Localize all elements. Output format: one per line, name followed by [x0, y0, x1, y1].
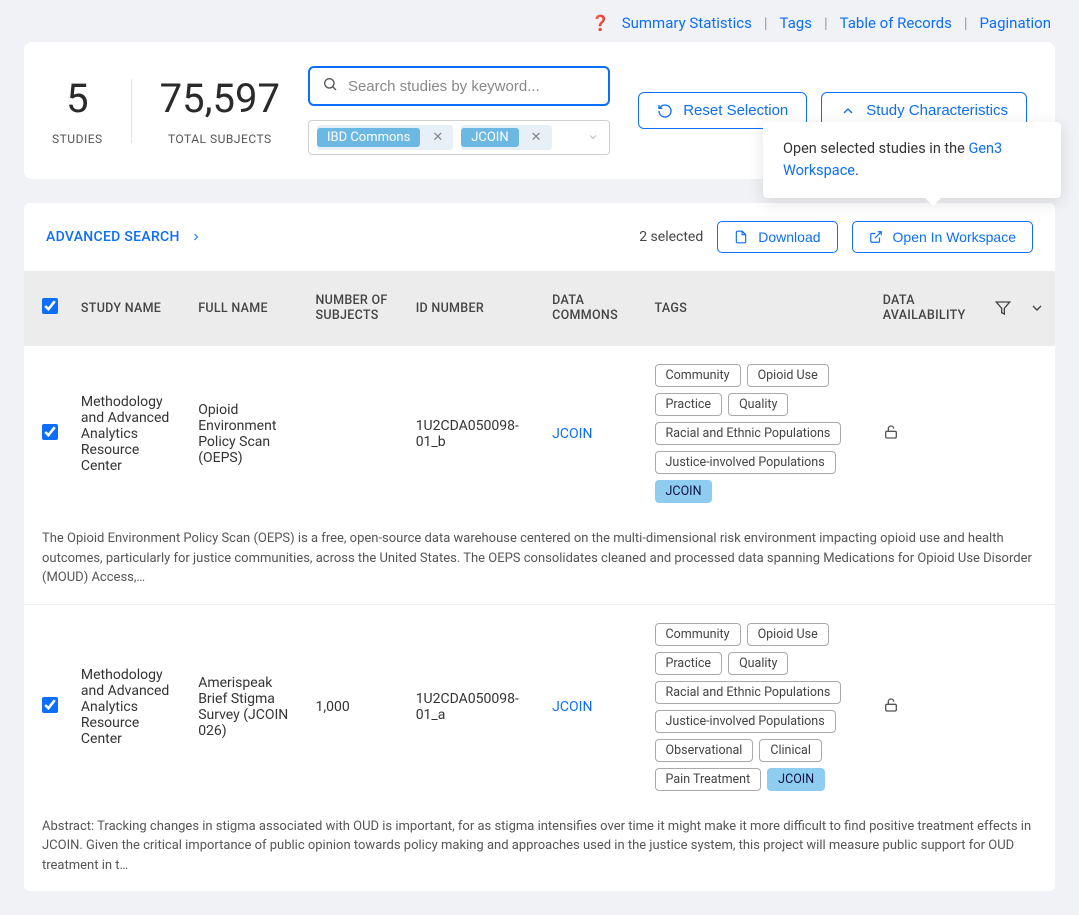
- selected-count: 2 selected: [639, 229, 703, 245]
- tag-pill[interactable]: Opioid Use: [747, 364, 829, 387]
- tag-filter-select[interactable]: IBD Commons ✕ JCOIN ✕: [308, 120, 610, 155]
- description-row: Abstract: Tracking changes in stigma ass…: [24, 809, 1055, 892]
- search-input[interactable]: [348, 78, 596, 95]
- chevron-down-icon[interactable]: [1029, 300, 1045, 316]
- col-tags[interactable]: TAGS: [645, 271, 873, 346]
- cell-id-number: 1U2CDA050098-01_a: [406, 604, 542, 809]
- nav-link-summary[interactable]: Summary Statistics: [622, 14, 752, 32]
- advanced-search-label: ADVANCED SEARCH: [46, 229, 180, 245]
- filter-chip-label: IBD Commons: [317, 128, 420, 147]
- filter-icon[interactable]: [995, 300, 1011, 316]
- nav-link-pagination[interactable]: Pagination: [980, 14, 1051, 32]
- tag-pill[interactable]: Opioid Use: [747, 623, 829, 646]
- chip-close-icon[interactable]: ✕: [428, 130, 447, 145]
- nav-separator: |: [964, 14, 968, 32]
- chip-close-icon[interactable]: ✕: [527, 130, 546, 145]
- export-icon: [869, 230, 883, 244]
- col-num-subjects[interactable]: NUMBER OF SUBJECTS: [305, 271, 405, 346]
- cell-tags: Community Opioid Use PracticeQuality Racial…: [655, 364, 863, 503]
- chevron-right-icon: [190, 231, 202, 243]
- cell-data-availability: [873, 346, 1055, 522]
- cell-full-name: Opioid Environment Policy Scan (OEPS): [188, 346, 305, 522]
- tag-pill[interactable]: Observational: [655, 739, 754, 762]
- chevron-down-icon[interactable]: [587, 128, 599, 147]
- tag-pill[interactable]: JCOIN: [767, 768, 825, 791]
- col-full-name[interactable]: FULL NAME: [188, 271, 305, 346]
- cell-description: The Opioid Environment Policy Scan (OEPS…: [24, 521, 1055, 604]
- popover-text: Open selected studies in the: [783, 140, 968, 157]
- nav-separator: |: [764, 14, 768, 32]
- tag-pill[interactable]: Racial and Ethnic Populations: [655, 681, 842, 704]
- tag-pill[interactable]: Quality: [728, 393, 788, 416]
- records-table-card: ADVANCED SEARCH 2 selected Download Open…: [24, 203, 1055, 891]
- help-icon[interactable]: ❓: [591, 14, 610, 32]
- col-data-availability[interactable]: DATA AVAILABILITY: [883, 293, 977, 323]
- cell-num-subjects: 1,000: [305, 604, 405, 809]
- cell-study-name: Methodology and Advanced Analytics Resou…: [71, 346, 188, 522]
- download-button[interactable]: Download: [717, 221, 837, 253]
- cell-data-availability: [873, 604, 1055, 809]
- cell-data-commons[interactable]: JCOIN: [542, 346, 644, 522]
- search-input-wrap[interactable]: [308, 66, 610, 106]
- tag-pill[interactable]: Community: [655, 623, 741, 646]
- tag-pill[interactable]: Racial and Ethnic Populations: [655, 422, 842, 445]
- lock-open-icon: [883, 424, 899, 440]
- cell-num-subjects: [305, 346, 405, 522]
- table-row[interactable]: Methodology and Advanced Analytics Resou…: [24, 346, 1055, 522]
- col-id-number[interactable]: ID NUMBER: [406, 271, 542, 346]
- tag-pill[interactable]: Justice-involved Populations: [655, 451, 836, 474]
- cell-study-name: Methodology and Advanced Analytics Resou…: [71, 604, 188, 809]
- popover-suffix: .: [855, 162, 859, 179]
- lock-open-icon: [883, 697, 899, 713]
- reset-icon: [657, 103, 673, 119]
- tag-pill[interactable]: Pain Treatment: [655, 768, 762, 791]
- row-checkbox[interactable]: [42, 424, 58, 440]
- tag-pill[interactable]: Practice: [655, 652, 723, 675]
- col-study-name[interactable]: STUDY NAME: [71, 271, 188, 346]
- filter-chip: JCOIN ✕: [461, 125, 551, 150]
- workspace-popover: Open selected studies in the Gen3 Worksp…: [763, 122, 1061, 198]
- cell-description: Abstract: Tracking changes in stigma ass…: [24, 809, 1055, 892]
- open-workspace-button[interactable]: Open In Workspace: [852, 221, 1033, 253]
- filter-chip-label: JCOIN: [461, 128, 518, 147]
- tag-pill[interactable]: Practice: [655, 393, 723, 416]
- studies-value: 5: [52, 75, 103, 122]
- records-table: STUDY NAME FULL NAME NUMBER OF SUBJECTS …: [24, 271, 1055, 891]
- subjects-value: 75,597: [160, 75, 280, 122]
- nav-link-table[interactable]: Table of Records: [840, 14, 952, 32]
- nav-link-tags[interactable]: Tags: [779, 14, 811, 32]
- description-row: The Opioid Environment Policy Scan (OEPS…: [24, 521, 1055, 604]
- subjects-stat: 75,597 TOTAL SUBJECTS: [160, 75, 280, 146]
- subjects-label: TOTAL SUBJECTS: [160, 132, 280, 146]
- top-nav: ❓ Summary Statistics | Tags | Table of R…: [0, 0, 1079, 42]
- filter-chip: IBD Commons ✕: [317, 125, 453, 150]
- studies-stat: 5 STUDIES: [52, 75, 103, 146]
- advanced-search-link[interactable]: ADVANCED SEARCH: [46, 229, 202, 245]
- studies-label: STUDIES: [52, 132, 103, 146]
- download-label: Download: [758, 229, 820, 245]
- cell-id-number: 1U2CDA050098-01_b: [406, 346, 542, 522]
- tag-pill[interactable]: Community: [655, 364, 741, 387]
- reset-label: Reset Selection: [683, 102, 788, 119]
- stat-divider: [131, 79, 132, 143]
- cell-data-commons[interactable]: JCOIN: [542, 604, 644, 809]
- col-data-commons[interactable]: DATA COMMONS: [542, 271, 644, 346]
- table-row[interactable]: Methodology and Advanced Analytics Resou…: [24, 604, 1055, 809]
- cell-full-name: Amerispeak Brief Stigma Survey (JCOIN 02…: [188, 604, 305, 809]
- tag-pill[interactable]: Clinical: [759, 739, 822, 762]
- tag-pill[interactable]: Quality: [728, 652, 788, 675]
- table-toolbar: ADVANCED SEARCH 2 selected Download Open…: [24, 203, 1055, 271]
- nav-separator: |: [824, 14, 828, 32]
- search-icon: [322, 76, 338, 96]
- tag-pill[interactable]: JCOIN: [655, 480, 713, 503]
- tag-pill[interactable]: Justice-involved Populations: [655, 710, 836, 733]
- select-all-checkbox[interactable]: [42, 298, 58, 314]
- file-icon: [734, 230, 748, 244]
- caret-up-icon: [840, 103, 856, 119]
- cell-tags: Community Opioid Use PracticeQuality Racial…: [655, 623, 863, 791]
- row-checkbox[interactable]: [42, 697, 58, 713]
- characteristics-label: Study Characteristics: [866, 102, 1008, 119]
- open-workspace-label: Open In Workspace: [893, 229, 1016, 245]
